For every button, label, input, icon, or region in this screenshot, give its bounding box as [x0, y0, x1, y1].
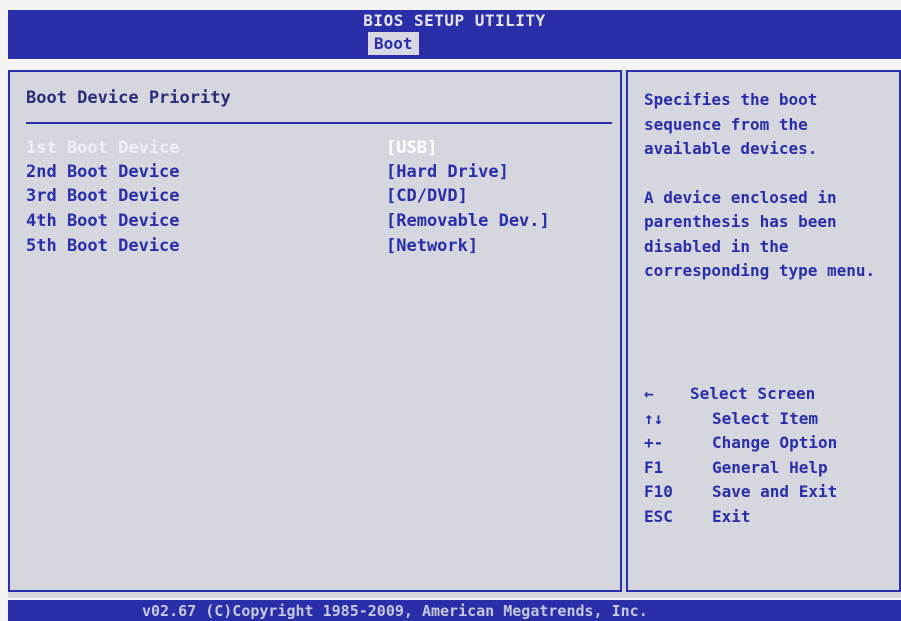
- key-row-select-screen: ← Select Screen: [644, 384, 894, 409]
- key-row-save-exit: F10 Save and Exit: [644, 482, 894, 507]
- boot-device-row-5[interactable]: 5th Boot Device [Network]: [26, 236, 616, 260]
- boot-device-label: 4th Boot Device: [26, 211, 180, 231]
- boot-device-row-4[interactable]: 4th Boot Device [Removable Dev.]: [26, 211, 616, 235]
- bios-screen: BIOS SETUP UTILITY Boot Boot Device Prio…: [0, 0, 901, 621]
- title-bar: BIOS SETUP UTILITY: [8, 10, 901, 30]
- key-row-general-help: F1 General Help: [644, 458, 894, 483]
- help-panel: Specifies the boot sequence from the ava…: [626, 70, 901, 592]
- help-text: Specifies the boot sequence from the ava…: [644, 88, 894, 308]
- section-title: Boot Device Priority: [26, 88, 231, 108]
- key-row-select-item: ↑↓ Select Item: [644, 409, 894, 434]
- boot-device-row-2[interactable]: 2nd Boot Device [Hard Drive]: [26, 162, 616, 186]
- copyright-text: v02.67 (C)Copyright 1985-2009, American …: [142, 602, 648, 620]
- key-action: Select Screen: [690, 384, 816, 403]
- bios-title: BIOS SETUP UTILITY: [363, 10, 546, 30]
- key-action: Save and Exit: [712, 482, 838, 501]
- boot-device-label: 5th Boot Device: [26, 236, 180, 256]
- help-paragraph-2: A device enclosed in parenthesis has bee…: [644, 187, 876, 281]
- arrow-up-down-icon: ↑↓: [644, 408, 664, 428]
- boot-device-value[interactable]: [Hard Drive]: [386, 162, 509, 182]
- boot-device-label: 3rd Boot Device: [26, 186, 180, 206]
- boot-device-row-1[interactable]: 1st Boot Device [USB]: [26, 138, 616, 162]
- boot-device-row-3[interactable]: 3rd Boot Device [CD/DVD]: [26, 186, 616, 210]
- boot-device-label: 2nd Boot Device: [26, 162, 180, 182]
- boot-device-value[interactable]: [CD/DVD]: [386, 186, 468, 206]
- arrow-left-right-icon: ←: [644, 384, 654, 403]
- boot-settings-panel: Boot Device Priority 1st Boot Device [US…: [8, 70, 622, 592]
- key-action: Change Option: [712, 433, 838, 452]
- key-action: General Help: [712, 457, 828, 477]
- help-paragraph-1: Specifies the boot sequence from the ava…: [644, 90, 818, 158]
- key-row-change-option: +- Change Option: [644, 433, 894, 458]
- main-frame: Boot Device Priority 1st Boot Device [US…: [8, 70, 901, 598]
- boot-device-label: 1st Boot Device: [26, 138, 180, 158]
- key-action: Exit: [712, 506, 751, 526]
- footer-bar: v02.67 (C)Copyright 1985-2009, American …: [8, 600, 901, 621]
- key-legend: ← Select Screen ↑↓ Select Item +- Change…: [644, 384, 894, 531]
- key-row-exit: ESC Exit: [644, 507, 894, 532]
- boot-device-value[interactable]: [USB]: [386, 138, 437, 158]
- key-action: Select Item: [712, 408, 818, 428]
- tab-bar: Boot: [8, 30, 901, 59]
- plus-minus-icon: +-: [644, 433, 664, 452]
- boot-device-value[interactable]: [Removable Dev.]: [386, 211, 550, 231]
- key-label: F1: [644, 457, 664, 477]
- section-divider: [26, 122, 612, 124]
- key-label: ESC: [644, 506, 673, 526]
- boot-device-value[interactable]: [Network]: [386, 236, 478, 256]
- tab-boot[interactable]: Boot: [368, 32, 419, 55]
- key-label: F10: [644, 482, 673, 501]
